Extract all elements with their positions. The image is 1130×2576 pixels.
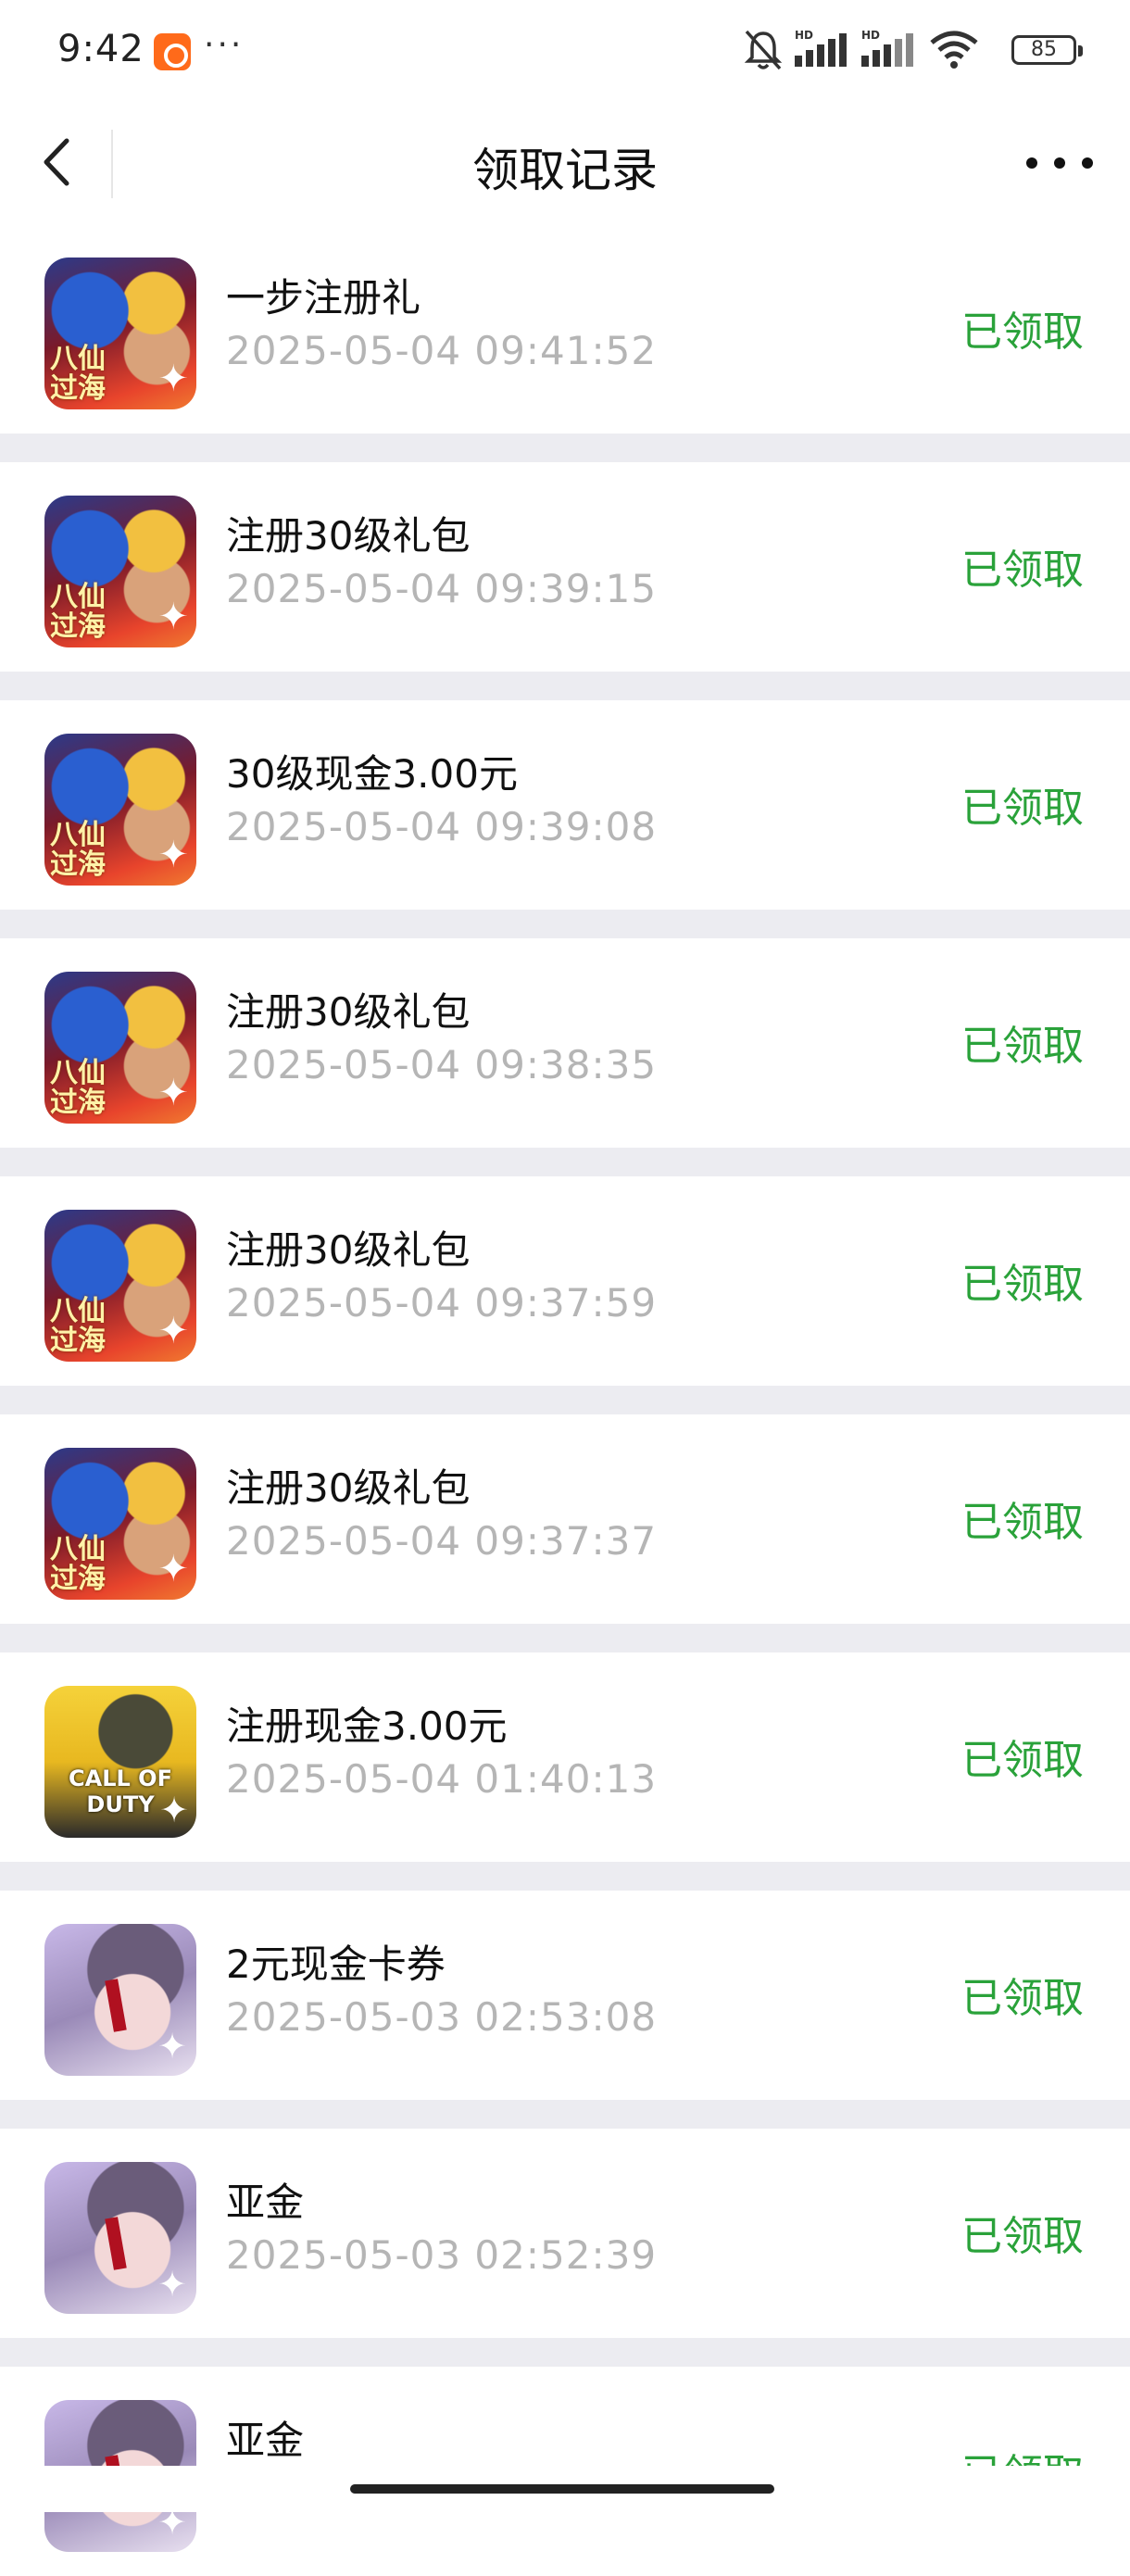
- claim-status: 已领取: [961, 1975, 1084, 2022]
- reward-name: 30级现金3.00元: [226, 751, 518, 797]
- claim-status: 已领取: [961, 1499, 1084, 1546]
- wifi-icon: [930, 31, 978, 69]
- status-bar: 9:42 ··· HD HD 85: [0, 0, 1130, 104]
- list-item[interactable]: ✦ 亚金 2025-05-03 02:52:39 已领取: [0, 2129, 1130, 2338]
- claim-time: 2025-05-03 02:52:39: [226, 2232, 658, 2278]
- status-icons: HD HD 85: [743, 28, 1086, 72]
- sparkle-icon: ✦: [157, 358, 189, 400]
- list-item[interactable]: 八仙 过海 ✦ 注册30级礼包 2025-05-04 09:39:15 已领取: [0, 462, 1130, 672]
- claim-status: 已领取: [961, 785, 1084, 832]
- icon-caption: 八仙 过海: [50, 1295, 106, 1357]
- claim-status: 已领取: [961, 1737, 1084, 1784]
- claim-time: 2025-05-04 01:40:13: [226, 1756, 658, 1802]
- reward-name: 一步注册礼: [226, 275, 421, 320]
- claim-time: 2025-05-04 09:41:52: [226, 328, 658, 373]
- girl-game-icon: ✦: [44, 1924, 196, 2076]
- baxian-game-icon: 八仙 过海 ✦: [44, 258, 196, 409]
- claim-status: 已领取: [961, 1023, 1084, 1070]
- claim-status: 已领取: [961, 547, 1084, 594]
- reward-name: 注册30级礼包: [226, 989, 471, 1035]
- list-item[interactable]: 八仙 过海 ✦ 一步注册礼 2025-05-04 09:41:52 已领取: [0, 224, 1130, 434]
- battery-indicator: 85: [1011, 35, 1083, 65]
- sparkle-icon: ✦: [159, 1790, 189, 1830]
- girl-game-icon: ✦: [44, 2162, 196, 2314]
- more-options-button[interactable]: [1026, 148, 1093, 176]
- page-title: 领取记录: [472, 144, 658, 197]
- sparkle-icon: ✦: [157, 1072, 189, 1114]
- icon-caption: 八仙 过海: [50, 581, 106, 643]
- list-item[interactable]: 八仙 过海 ✦ 注册30级礼包 2025-05-04 09:37:59 已领取: [0, 1176, 1130, 1386]
- list-item[interactable]: ✦ 2元现金卡券 2025-05-03 02:53:08 已领取: [0, 1891, 1130, 2100]
- sparkle-icon: ✦: [157, 596, 189, 638]
- sparkle-icon: ✦: [157, 834, 189, 876]
- list-item[interactable]: 八仙 过海 ✦ 30级现金3.00元 2025-05-04 09:39:08 已领取: [0, 700, 1130, 910]
- icon-caption: 八仙 过海: [50, 343, 106, 405]
- baxian-game-icon: 八仙 过海 ✦: [44, 1448, 196, 1600]
- claim-time: 2025-05-04 09:37:37: [226, 1518, 658, 1564]
- mute-bell-icon: [744, 30, 783, 70]
- more-notifications-indicator: ···: [204, 26, 245, 64]
- more-dot-icon: [1026, 157, 1037, 169]
- home-indicator[interactable]: [350, 2484, 774, 2494]
- icon-caption: 八仙 过海: [50, 1533, 106, 1595]
- icon-caption: 八仙 过海: [50, 1057, 106, 1119]
- list-item[interactable]: 八仙 过海 ✦ 注册30级礼包 2025-05-04 09:37:37 已领取: [0, 1414, 1130, 1624]
- notification-app-icon: [154, 33, 191, 70]
- reward-name: 2元现金卡券: [226, 1941, 446, 1987]
- list-item[interactable]: 八仙 过海 ✦ 注册30级礼包 2025-05-04 09:38:35 已领取: [0, 938, 1130, 1148]
- baxian-game-icon: 八仙 过海 ✦: [44, 1210, 196, 1362]
- reward-name: 注册30级礼包: [226, 1465, 471, 1511]
- claim-time: 2025-05-04 09:39:08: [226, 804, 658, 849]
- claim-status: 已领取: [961, 308, 1084, 356]
- sparkle-icon: ✦: [157, 1548, 189, 1590]
- sparkle-icon: ✦: [157, 1310, 189, 1352]
- claim-status: 已领取: [961, 2213, 1084, 2260]
- signal-1-icon: HD: [795, 29, 847, 67]
- baxian-game-icon: 八仙 过海 ✦: [44, 496, 196, 647]
- reward-name: 亚金: [226, 2180, 305, 2225]
- baxian-game-icon: 八仙 过海 ✦: [44, 972, 196, 1124]
- reward-name: 注册30级礼包: [226, 1227, 471, 1273]
- reward-name: 注册现金3.00元: [226, 1703, 508, 1749]
- more-dot-icon: [1082, 157, 1093, 169]
- list-item[interactable]: CALL OF DUTY ✦ 注册现金3.00元 2025-05-04 01:40…: [0, 1652, 1130, 1862]
- claim-time: 2025-05-04 09:38:35: [226, 1042, 658, 1087]
- call-of-duty-icon: CALL OF DUTY ✦: [44, 1686, 196, 1838]
- claim-time: 2025-05-04 09:37:59: [226, 1280, 658, 1326]
- hd-label-1: HD: [795, 29, 813, 42]
- claim-status: 已领取: [961, 1261, 1084, 1308]
- hd-label-2: HD: [861, 29, 880, 42]
- icon-caption: 八仙 过海: [50, 819, 106, 881]
- baxian-game-icon: 八仙 过海 ✦: [44, 734, 196, 886]
- signal-2-icon: HD: [861, 29, 913, 67]
- nav-bar: 领取记录: [0, 104, 1130, 224]
- claim-time: 2025-05-04 09:39:15: [226, 566, 658, 611]
- reward-name: 注册30级礼包: [226, 513, 471, 559]
- reward-name: 亚金: [226, 2418, 305, 2463]
- sparkle-icon: ✦: [157, 2026, 187, 2067]
- sparkle-icon: ✦: [157, 2264, 187, 2305]
- more-dot-icon: [1054, 157, 1065, 169]
- clock: 9:42: [57, 28, 144, 70]
- claim-time: 2025-05-03 02:53:08: [226, 1994, 658, 2040]
